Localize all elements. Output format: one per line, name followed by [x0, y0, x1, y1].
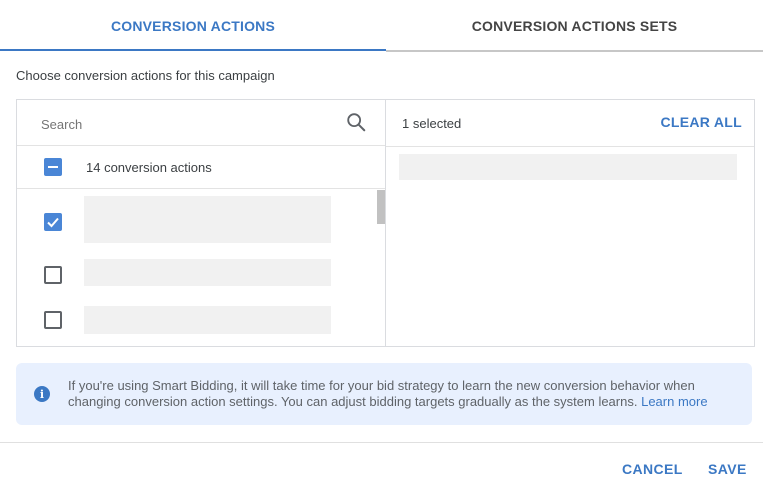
list-item-checkbox[interactable] — [44, 311, 62, 329]
scrollbar-thumb[interactable] — [377, 190, 385, 224]
clear-all-button[interactable]: CLEAR ALL — [660, 114, 742, 130]
list-item-checkbox[interactable] — [44, 213, 62, 231]
save-button[interactable]: SAVE — [708, 461, 747, 477]
list-item-label — [84, 196, 331, 243]
tab-conversion-actions[interactable]: CONVERSION ACTIONS — [0, 0, 386, 52]
dialog-subtitle: Choose conversion actions for this campa… — [16, 68, 275, 83]
conversion-picker: 14 conversion actions 1 se — [16, 99, 755, 347]
selected-item[interactable] — [399, 154, 737, 180]
search-input[interactable] — [41, 114, 331, 134]
list-item[interactable] — [17, 189, 377, 243]
search-row — [17, 100, 385, 146]
active-tab-indicator — [0, 49, 386, 51]
available-actions-pane: 14 conversion actions — [17, 100, 386, 346]
info-text: If you're using Smart Bidding, it will t… — [68, 378, 695, 409]
list-item-label — [84, 306, 331, 334]
tab-conversion-actions-sets[interactable]: CONVERSION ACTIONS SETS — [386, 0, 763, 52]
list-item[interactable] — [17, 299, 377, 346]
selected-pane-divider — [386, 146, 754, 147]
tab-bar-divider — [386, 50, 763, 52]
info-icon: i — [34, 386, 50, 402]
selected-count: 1 selected — [402, 116, 462, 131]
smart-bidding-info-banner: i If you're using Smart Bidding, it will… — [16, 363, 752, 425]
list-item[interactable] — [17, 251, 377, 298]
checkmark-icon — [47, 217, 59, 228]
footer-divider — [0, 442, 763, 443]
select-all-row[interactable]: 14 conversion actions — [17, 146, 385, 189]
learn-more-link[interactable]: Learn more — [641, 394, 707, 409]
search-icon[interactable] — [345, 111, 367, 133]
tab-bar: CONVERSION ACTIONS CONVERSION ACTIONS SE… — [0, 0, 763, 52]
info-message: If you're using Smart Bidding, it will t… — [68, 378, 738, 410]
select-all-label: 14 conversion actions — [86, 160, 212, 175]
selected-actions-pane: 1 selected CLEAR ALL — [386, 100, 754, 346]
list-item-checkbox[interactable] — [44, 266, 62, 284]
conversion-actions-list — [17, 189, 385, 346]
select-all-checkbox[interactable] — [44, 158, 62, 176]
list-item-label — [84, 259, 331, 286]
cancel-button[interactable]: CANCEL — [622, 461, 683, 477]
